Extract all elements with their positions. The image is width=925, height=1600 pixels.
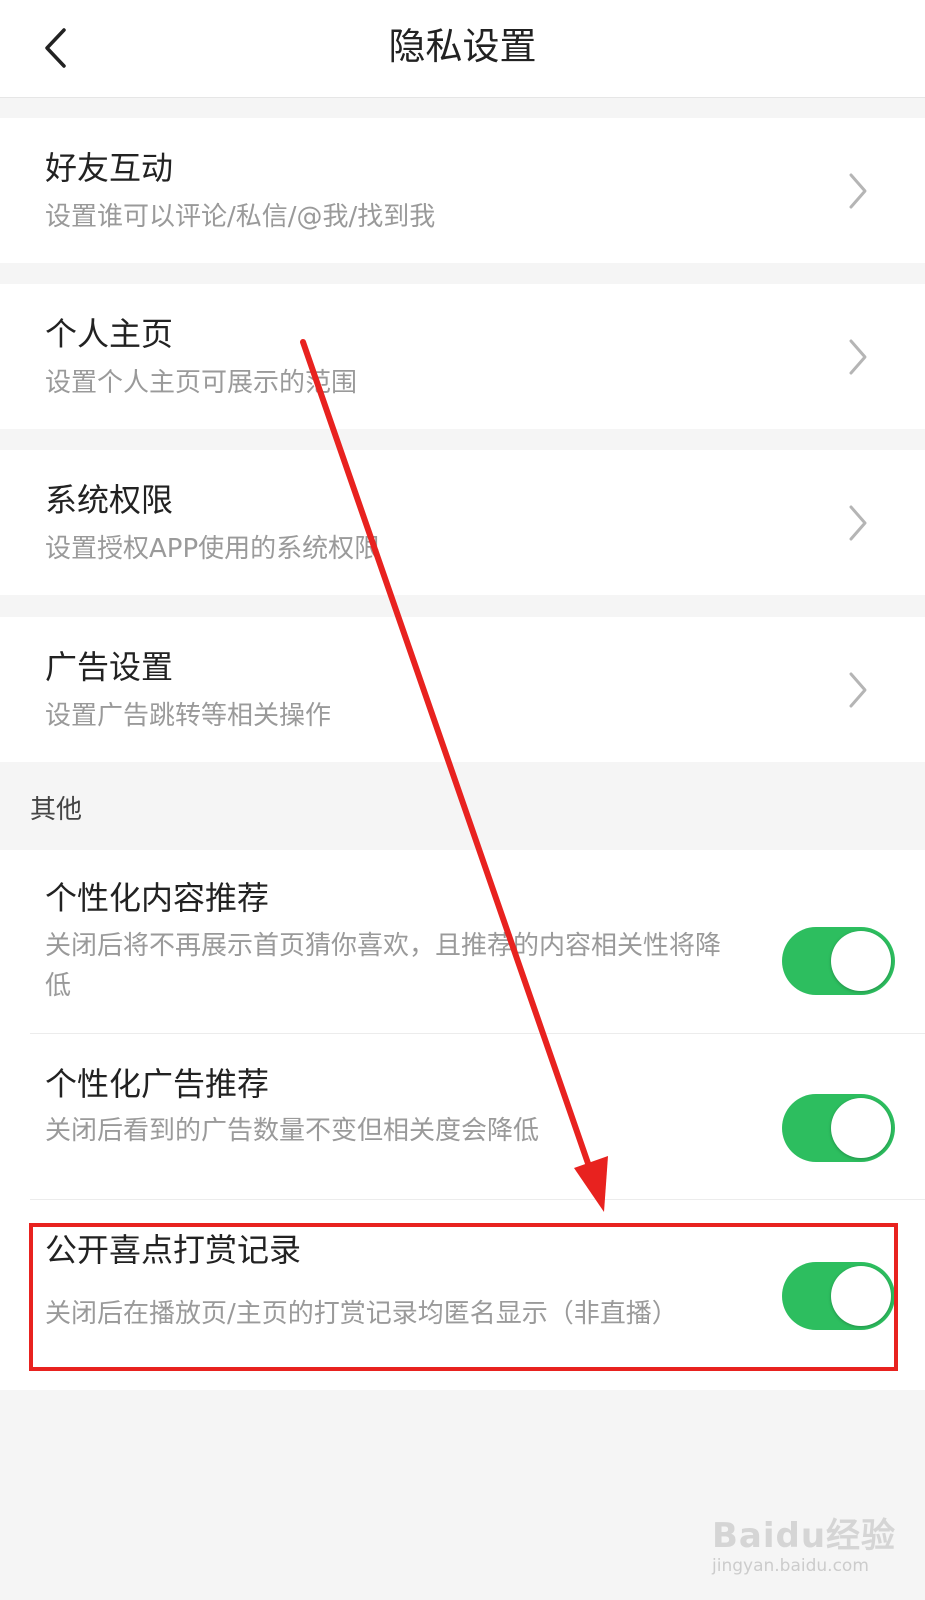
chevron-right-icon bbox=[849, 505, 867, 541]
nav-item-friend-interaction[interactable]: 好友互动 设置谁可以评论/私信/@我/找到我 bbox=[0, 118, 925, 263]
toggle-row-title: 个性化内容推荐 bbox=[45, 879, 270, 917]
personalized-content-toggle[interactable] bbox=[782, 927, 895, 995]
chevron-right-icon bbox=[849, 672, 867, 708]
nav-item-system-permissions[interactable]: 系统权限 设置授权APP使用的系统权限 bbox=[0, 450, 925, 595]
toggle-knob bbox=[831, 1098, 891, 1158]
public-tip-records-toggle[interactable] bbox=[782, 1262, 895, 1330]
nav-item-ad-settings[interactable]: 广告设置 设置广告跳转等相关操作 bbox=[0, 617, 925, 762]
top-bar: 隐私设置 bbox=[0, 0, 925, 98]
chevron-right-icon bbox=[849, 339, 867, 375]
nav-item-subtitle: 设置谁可以评论/私信/@我/找到我 bbox=[45, 202, 436, 232]
watermark-url: jingyan.baidu.com bbox=[712, 1556, 869, 1576]
divider bbox=[30, 1199, 925, 1200]
toggle-knob bbox=[831, 931, 891, 991]
chevron-right-icon bbox=[849, 173, 867, 209]
toggle-row-subtitle: 关闭后将不再展示首页猜你喜欢，且推荐的内容相关性将降低 bbox=[45, 931, 722, 1001]
divider bbox=[30, 1033, 925, 1034]
toggle-row-title: 公开喜点打赏记录 bbox=[45, 1231, 302, 1269]
nav-item-title: 个人主页 bbox=[45, 315, 174, 353]
personalized-ads-toggle[interactable] bbox=[782, 1094, 895, 1162]
other-settings-card: 个性化内容推荐 关闭后将不再展示首页猜你喜欢，且推荐的内容相关性将降低 个性化广… bbox=[0, 850, 925, 1390]
page-title: 隐私设置 bbox=[388, 25, 537, 68]
nav-item-subtitle: 设置授权APP使用的系统权限 bbox=[45, 534, 381, 564]
toggle-row-subtitle: 关闭后在播放页/主页的打赏记录均匿名显示（非直播） bbox=[45, 1299, 678, 1329]
nav-item-homepage[interactable]: 个人主页 设置个人主页可展示的范围 bbox=[0, 284, 925, 429]
toggle-row-subtitle: 关闭后看到的广告数量不变但相关度会降低 bbox=[45, 1116, 540, 1146]
nav-item-subtitle: 设置广告跳转等相关操作 bbox=[45, 701, 332, 731]
watermark-brand: Baidu经验 bbox=[712, 1516, 897, 1556]
nav-item-subtitle: 设置个人主页可展示的范围 bbox=[45, 368, 358, 398]
section-label-other: 其他 bbox=[30, 795, 83, 825]
nav-item-title: 系统权限 bbox=[45, 481, 174, 519]
nav-item-title: 好友互动 bbox=[45, 149, 174, 187]
toggle-knob bbox=[831, 1266, 891, 1326]
nav-item-title: 广告设置 bbox=[45, 648, 174, 686]
toggle-row-title: 个性化广告推荐 bbox=[45, 1065, 270, 1103]
baidu-watermark: Baidu经验 jingyan.baidu.com bbox=[712, 1508, 912, 1588]
